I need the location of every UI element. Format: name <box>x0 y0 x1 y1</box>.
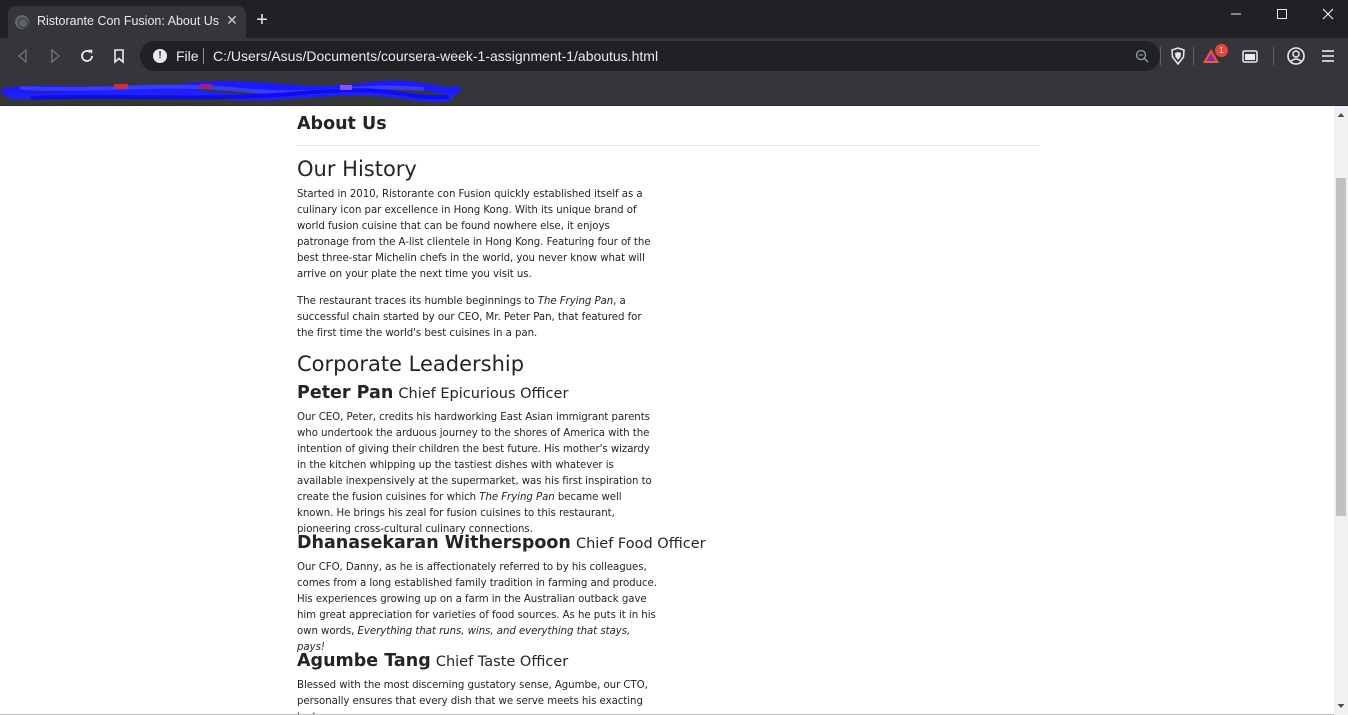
cast-icon[interactable] <box>1240 46 1260 66</box>
redaction-scribble <box>2 80 460 103</box>
leader-bio: Blessed with the most discerning gustato… <box>297 680 648 715</box>
leader-bio: Our CFO, Danny, as he is affectionately … <box>297 562 657 653</box>
leader-name: Agumbe Tang <box>297 651 431 671</box>
menu-icon[interactable] <box>1318 46 1338 66</box>
leader-role: Chief Taste Officer <box>435 654 569 670</box>
tab-title: Ristorante Con Fusion: About Us <box>37 14 220 28</box>
zoom-icon[interactable] <box>1135 49 1149 63</box>
page-title: About Us <box>297 114 387 134</box>
forward-icon <box>51 48 61 64</box>
close-icon <box>1322 8 1334 20</box>
toolbar-divider <box>1273 47 1274 65</box>
reload-icon <box>81 49 93 62</box>
heading-divider <box>297 145 1040 146</box>
leader-role: Chief Epicurious Officer <box>398 386 569 402</box>
leader-heading: Agumbe Tang Chief Taste Officer <box>297 651 568 671</box>
notification-badge: 1 <box>1215 44 1228 57</box>
profile-icon[interactable] <box>1286 46 1306 66</box>
url-scheme-label: File <box>176 48 199 64</box>
url-text[interactable]: C:/Users/Asus/Documents/coursera-week-1-… <box>213 48 658 64</box>
page-viewport: About Us Our History Started in 2010, Ri… <box>0 106 1334 715</box>
history-heading: Our History <box>297 157 417 181</box>
leader-bio: Our CEO, Peter, credits his hardworking … <box>297 412 652 535</box>
toolbar-divider <box>1193 47 1194 65</box>
new-tab-button[interactable]: + <box>252 10 272 30</box>
globe-icon <box>15 15 29 29</box>
leader-role: Chief Food Officer <box>575 536 706 552</box>
leader-heading: Peter Pan Chief Epicurious Officer <box>297 383 568 403</box>
leader-heading: Dhanasekaran Witherspoon Chief Food Offi… <box>297 533 706 553</box>
info-icon[interactable]: ! <box>153 49 167 63</box>
address-bar[interactable]: ! File C:/Users/Asus/Documents/coursera-… <box>140 41 1160 71</box>
maximize-button[interactable] <box>1259 0 1305 30</box>
brave-shields-icon[interactable] <box>1168 46 1188 66</box>
scroll-down-arrow-icon[interactable] <box>1334 699 1348 713</box>
bookmark-button[interactable] <box>107 44 131 68</box>
bookmark-icon <box>114 49 124 64</box>
history-paragraph-2: The restaurant traces its humble beginni… <box>297 296 642 339</box>
omnibox-divider <box>203 48 204 64</box>
scrollbar-thumb[interactable] <box>1336 178 1346 516</box>
vertical-scrollbar[interactable] <box>1334 106 1348 715</box>
close-window-button[interactable] <box>1305 0 1348 30</box>
history-paragraph-1: Started in 2010, Ristorante con Fusion q… <box>297 189 651 280</box>
reload-button[interactable] <box>75 44 99 68</box>
browser-toolbar: ! File C:/Users/Asus/Documents/coursera-… <box>0 38 1348 74</box>
back-icon <box>17 48 27 64</box>
leader-name: Dhanasekaran Witherspoon <box>297 533 571 553</box>
toolbar-divider <box>1160 47 1161 65</box>
close-tab-icon[interactable]: ✕ <box>224 13 240 29</box>
back-button[interactable] <box>11 44 35 68</box>
browser-titlebar: Ristorante Con Fusion: About Us ✕ + <box>0 0 1348 38</box>
minimize-icon <box>1231 13 1241 15</box>
scroll-up-arrow-icon[interactable] <box>1334 108 1348 122</box>
forward-button[interactable] <box>43 44 67 68</box>
minimize-button[interactable] <box>1213 0 1259 30</box>
leader-name: Peter Pan <box>297 383 394 403</box>
maximize-icon <box>1277 9 1287 19</box>
bookmarks-bar <box>0 74 1348 106</box>
browser-tab-active[interactable]: Ristorante Con Fusion: About Us ✕ <box>8 6 246 38</box>
leadership-heading: Corporate Leadership <box>297 352 525 376</box>
